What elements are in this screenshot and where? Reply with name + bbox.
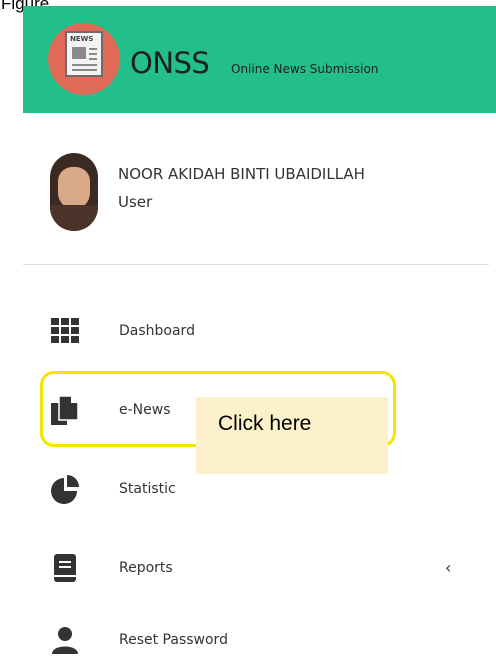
menu-item-statistic[interactable]: Statistic — [40, 471, 480, 511]
app-header: NEWS ONSS Online News Submission — [23, 6, 496, 113]
pie-chart-icon — [51, 475, 79, 504]
app-brand[interactable]: ONSS — [130, 46, 210, 80]
user-icon — [52, 627, 78, 654]
callout-box: Click here — [196, 397, 388, 474]
book-icon — [54, 554, 76, 582]
screenshot: Figure NEWS ONSS Online News Submission … — [0, 0, 496, 658]
app-tagline: Online News Submission — [231, 62, 379, 76]
menu-label-statistic: Statistic — [119, 481, 176, 497]
avatar — [50, 153, 98, 231]
menu-item-reports[interactable]: Reports ‹ — [40, 550, 480, 590]
menu-item-dashboard[interactable]: Dashboard — [40, 313, 480, 353]
chevron-left-icon[interactable]: ‹ — [445, 558, 451, 577]
menu-label-reset-password: Reset Password — [119, 632, 228, 648]
logo-news-tag: NEWS — [70, 35, 94, 43]
user-profile: NOOR AKIDAH BINTI UBAIDILLAH User — [23, 113, 496, 265]
menu-label-dashboard: Dashboard — [119, 323, 195, 339]
user-role: User — [118, 193, 153, 211]
menu-item-reset-password[interactable]: Reset Password — [40, 622, 480, 658]
newspaper-icon: NEWS — [65, 31, 103, 77]
callout-text: Click here — [218, 412, 312, 435]
user-name: NOOR AKIDAH BINTI UBAIDILLAH — [118, 165, 365, 183]
grid-icon — [51, 318, 79, 343]
menu-label-reports: Reports — [119, 560, 173, 576]
divider — [23, 264, 489, 265]
